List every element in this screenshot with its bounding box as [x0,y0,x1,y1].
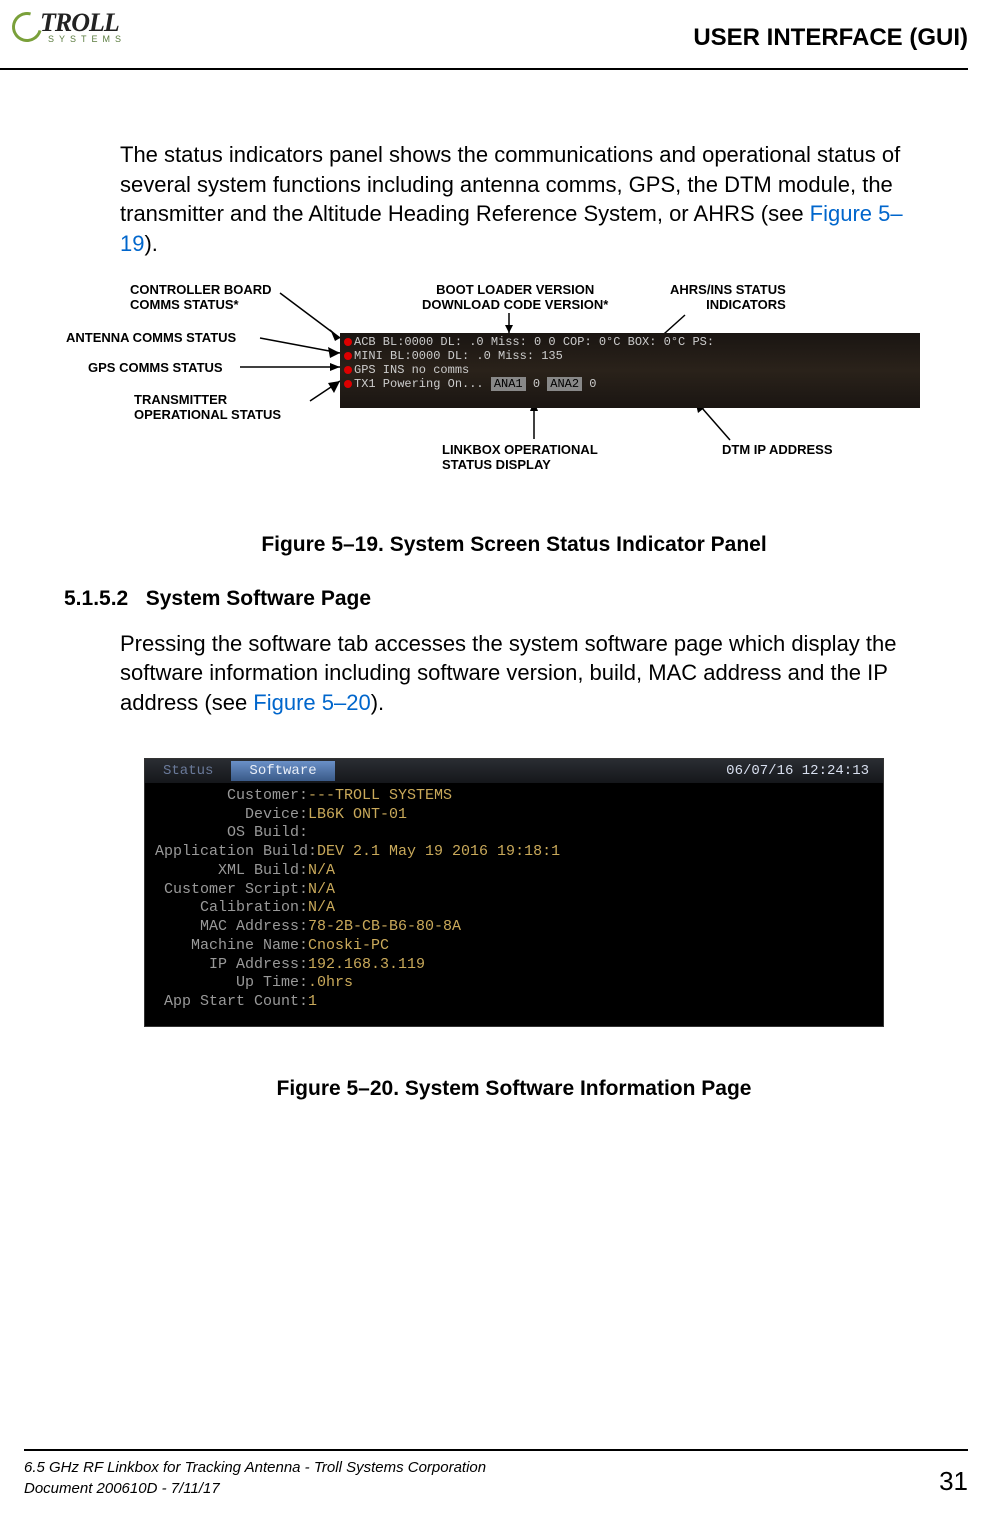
logo: TROLL SYSTEMS [12,8,122,56]
info-key: Customer: [155,787,308,804]
status-row-gps: GPS INS no comms [344,363,916,377]
software-info-line: MAC Address:78-2B-CB-B6-80-8A [155,918,873,937]
info-value: 192.168.3.119 [308,956,425,973]
info-key: Up Time: [155,974,308,991]
callout-antenna: ANTENNA COMMS STATUS [66,331,236,346]
info-key: Application Build: [155,843,317,860]
ana2-val: 0 [582,377,596,391]
callout-gps: GPS COMMS STATUS [88,361,223,376]
led-red-icon [344,338,352,346]
software-info-line: Machine Name:Cnoski-PC [155,937,873,956]
info-key: Device: [155,806,308,823]
footer-line2: Document 200610D - 7/11/17 [24,1478,968,1499]
info-value: 1 [308,993,317,1010]
status-row-tx1-text: TX1 Powering On... [354,377,491,391]
callout-ahrs: AHRS/INS STATUS INDICATORS [670,283,786,313]
info-value: DEV 2.1 May 19 2016 19:18:1 [317,843,560,860]
arrow-icon [240,363,350,373]
section-header: 5.1.5.2 System Software Page [64,587,908,611]
info-value: Cnoski-PC [308,937,389,954]
callout-dtm: DTM IP ADDRESS [722,443,833,458]
info-key: App Start Count: [155,993,308,1010]
figure-5-20-link[interactable]: Figure 5–20 [253,690,370,715]
status-row-acb-text: ACB BL:0000 DL: .0 Miss: 0 0 COP: 0°C BO… [354,335,714,349]
software-info-line: App Start Count:1 [155,993,873,1012]
led-red-icon [344,380,352,388]
section-title: System Software Page [146,587,371,610]
software-info-line: Device:LB6K ONT-01 [155,806,873,825]
system-software-screenshot: Status Software 06/07/16 12:24:13 Custom… [144,758,884,1027]
status-indicator-panel: ACB BL:0000 DL: .0 Miss: 0 0 COP: 0°C BO… [340,333,920,408]
software-tabs: Status Software 06/07/16 12:24:13 [145,759,883,783]
software-info-line: IP Address:192.168.3.119 [155,956,873,975]
intro-text-a: The status indicators panel shows the co… [120,142,900,226]
sw-intro-text-a: Pressing the software tab accesses the s… [120,631,897,715]
page-number: 31 [939,1466,968,1497]
ana1-label: ANA1 [491,377,526,391]
header-title: USER INTERFACE (GUI) [693,24,968,52]
page-footer: 6.5 GHz RF Linkbox for Tracking Antenna … [24,1449,968,1499]
software-info-line: Customer:---TROLL SYSTEMS [155,787,873,806]
footer-line1: 6.5 GHz RF Linkbox for Tracking Antenna … [24,1457,968,1478]
figure-5-19-diagram: CONTROLLER BOARD COMMS STATUS* ANTENNA C… [90,283,928,503]
info-key: Customer Script: [155,881,308,898]
callout-linkbox: LINKBOX OPERATIONAL STATUS DISPLAY [442,443,598,473]
figure-5-20-caption: Figure 5–20. System Software Information… [120,1077,908,1101]
software-info-line: OS Build: [155,824,873,843]
ana2-label: ANA2 [547,377,582,391]
info-key: OS Build: [155,824,308,841]
intro-paragraph: The status indicators panel shows the co… [120,140,908,259]
info-value: .0hrs [308,974,353,991]
tab-status[interactable]: Status [145,761,231,781]
info-value: ---TROLL SYSTEMS [308,787,452,804]
led-red-icon [344,352,352,360]
info-key: XML Build: [155,862,308,879]
software-info-line: XML Build:N/A [155,862,873,881]
tab-software[interactable]: Software [231,761,334,781]
callout-bootloader: BOOT LOADER VERSION DOWNLOAD CODE VERSIO… [422,283,608,313]
content: The status indicators panel shows the co… [0,70,992,1101]
arrow-icon [260,338,350,358]
ana1-val: 0 [526,377,548,391]
status-row-mini: MINI BL:0000 DL: .0 Miss: 135 [344,349,916,363]
status-row-acb: ACB BL:0000 DL: .0 Miss: 0 0 COP: 0°C BO… [344,335,916,349]
status-row-mini-text: MINI BL:0000 DL: .0 Miss: 135 [354,349,563,363]
info-value: N/A [308,899,335,916]
info-key: MAC Address: [155,918,308,935]
info-value: N/A [308,881,335,898]
software-info-line: Up Time:.0hrs [155,974,873,993]
callout-transmitter: TRANSMITTER OPERATIONAL STATUS [134,393,281,423]
sw-intro-text-b: ). [371,690,384,715]
led-red-icon [344,366,352,374]
section-number: 5.1.5.2 [64,587,128,610]
page-header: TROLL SYSTEMS USER INTERFACE (GUI) [0,14,968,70]
software-info-body: Customer:---TROLL SYSTEMS Device:LB6K ON… [145,783,883,1026]
software-info-line: Application Build:DEV 2.1 May 19 2016 19… [155,843,873,862]
software-intro-paragraph: Pressing the software tab accesses the s… [120,629,908,718]
software-timestamp: 06/07/16 12:24:13 [726,763,883,779]
info-value: N/A [308,862,335,879]
status-row-gps-text: GPS INS no comms [354,363,469,377]
software-info-line: Customer Script:N/A [155,881,873,900]
logo-subtext: SYSTEMS [48,34,126,44]
status-row-tx1: TX1 Powering On... ANA1 0 ANA2 0 [344,377,916,391]
callout-controller: CONTROLLER BOARD COMMS STATUS* [130,283,272,313]
intro-text-b: ). [144,231,157,256]
info-value: 78-2B-CB-B6-80-8A [308,918,461,935]
info-key: Calibration: [155,899,308,916]
info-key: Machine Name: [155,937,308,954]
info-value: LB6K ONT-01 [308,806,407,823]
software-info-line: Calibration:N/A [155,899,873,918]
info-key: IP Address: [155,956,308,973]
figure-5-19-caption: Figure 5–19. System Screen Status Indica… [120,533,908,557]
